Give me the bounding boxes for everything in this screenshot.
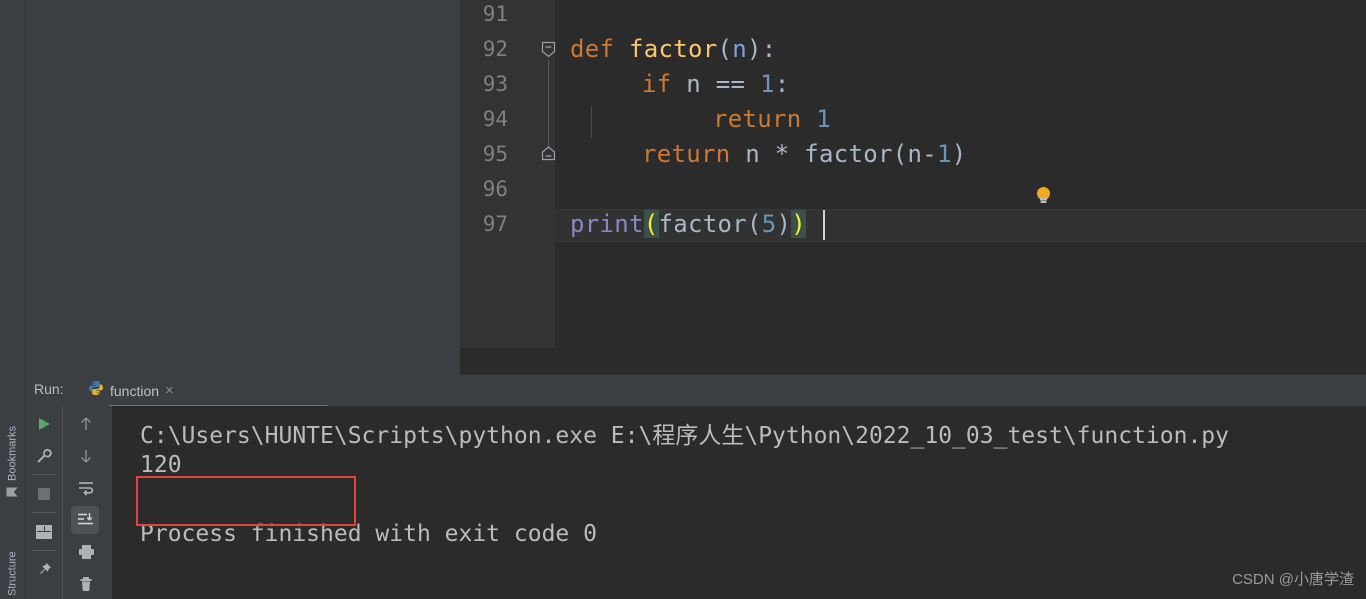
fold-collapse-start-icon[interactable] (541, 41, 556, 58)
annotation-highlight-box (136, 476, 356, 526)
run-window-title: Run: (34, 381, 64, 397)
token-operator-star: * (774, 140, 790, 168)
code-line-92: def factor(n): (570, 35, 777, 63)
down-the-stack-trace-button[interactable] (72, 442, 100, 470)
token-ident-n: n (686, 70, 701, 98)
toolbar-separator (32, 550, 56, 551)
pin-tab-button[interactable] (30, 556, 58, 584)
edit-configurations-button[interactable] (30, 442, 58, 470)
token-paren-close: ) (776, 210, 792, 238)
token-paren-close: ) (951, 140, 967, 168)
bookmark-icon (6, 487, 19, 499)
close-icon[interactable]: × (165, 383, 174, 398)
run-console[interactable]: C:\Users\HUNTE\Scripts\python.exe E:\程序人… (112, 406, 1366, 599)
run-window-header: Run: function × (26, 375, 1366, 410)
console-command-line: C:\Users\HUNTE\Scripts\python.exe E:\程序人… (140, 423, 1229, 449)
scroll-to-end-button[interactable] (71, 506, 99, 534)
clear-all-button[interactable] (72, 570, 100, 598)
run-tab-function[interactable]: function × (88, 377, 174, 404)
stop-button[interactable] (30, 480, 58, 508)
token-call-factor: factor (658, 210, 747, 238)
token-ident-n: n (745, 140, 760, 168)
soft-wrap-button[interactable] (72, 474, 100, 502)
line-number: 95 (482, 142, 508, 166)
code-line-94: return 1 (713, 105, 831, 133)
token-number-5: 5 (761, 210, 777, 238)
pycharm-window: Bookmarks Structure 91 92 93 94 95 96 97 (0, 0, 1366, 599)
editor-gutter[interactable]: 91 92 93 94 95 96 97 (460, 0, 556, 348)
line-number: 93 (482, 72, 508, 96)
indent-guide (591, 106, 592, 138)
token-keyword-if: if (642, 70, 672, 98)
toolbar-separator (32, 512, 56, 513)
token-number-1: 1 (816, 105, 831, 133)
run-toolbar-right (62, 406, 112, 599)
line-number: 97 (482, 212, 508, 236)
token-colon: : (761, 35, 777, 63)
toolbar-separator (32, 474, 56, 475)
code-line-93: if n == 1: (642, 70, 790, 98)
line-number: 94 (482, 107, 508, 131)
token-function-name: factor (629, 35, 718, 63)
stripe-label-structure: Structure (6, 551, 19, 596)
console-output-line: 120 (140, 452, 182, 478)
token-matched-paren-open: ( (643, 210, 659, 238)
layout-settings-button[interactable] (30, 518, 58, 546)
token-param-n: n (732, 35, 747, 63)
token-keyword-return: return (713, 105, 802, 133)
inspection-squiggle (570, 236, 826, 241)
run-toolbar-left (26, 406, 62, 599)
token-colon: : (774, 70, 790, 98)
code-line-95: return n * factor(n-1) (642, 140, 967, 168)
line-number: 96 (482, 177, 508, 201)
token-arg-expr: n- (907, 140, 937, 168)
token-builtin-print: print (570, 210, 644, 238)
stripe-button-structure[interactable]: Structure (0, 524, 25, 596)
token-paren-open: ( (892, 140, 908, 168)
token-paren-close: ) (747, 35, 762, 63)
rerun-button[interactable] (30, 410, 58, 438)
run-tab-label: function (110, 382, 160, 399)
print-button[interactable] (72, 538, 100, 566)
watermark: CSDN @小唐学渣 (1232, 571, 1354, 588)
up-the-stack-trace-button[interactable] (72, 410, 100, 438)
code-line-97: print(factor(5)) (570, 210, 806, 238)
token-paren-open: ( (717, 35, 733, 63)
left-tool-window-stripe: Bookmarks Structure (0, 0, 26, 599)
token-number-1: 1 (760, 70, 775, 98)
fold-collapse-end-icon[interactable] (541, 146, 556, 161)
python-file-icon (88, 380, 104, 401)
token-paren-open: ( (747, 210, 762, 238)
stripe-label-bookmarks: Bookmarks (6, 425, 19, 481)
line-number: 91 (482, 2, 508, 26)
line-number: 92 (482, 37, 508, 61)
project-tool-window (26, 0, 460, 375)
token-keyword-def: def (570, 35, 615, 63)
stripe-button-bookmarks[interactable]: Bookmarks (0, 407, 25, 499)
token-call-factor: factor (804, 140, 893, 168)
token-operator-eq: == (715, 70, 746, 98)
text-caret (823, 210, 825, 240)
token-keyword-return: return (642, 140, 731, 168)
token-matched-paren-close: ) (791, 210, 806, 238)
token-number-1: 1 (937, 140, 952, 168)
run-tool-window: Run: function × C:\Users\HUNTE\Scripts\p… (26, 375, 1366, 599)
intention-bulb-icon[interactable] (1035, 186, 1052, 205)
fold-region-rail (548, 60, 549, 150)
code-editor[interactable]: 91 92 93 94 95 96 97 def factor(n): if n… (460, 0, 1366, 375)
